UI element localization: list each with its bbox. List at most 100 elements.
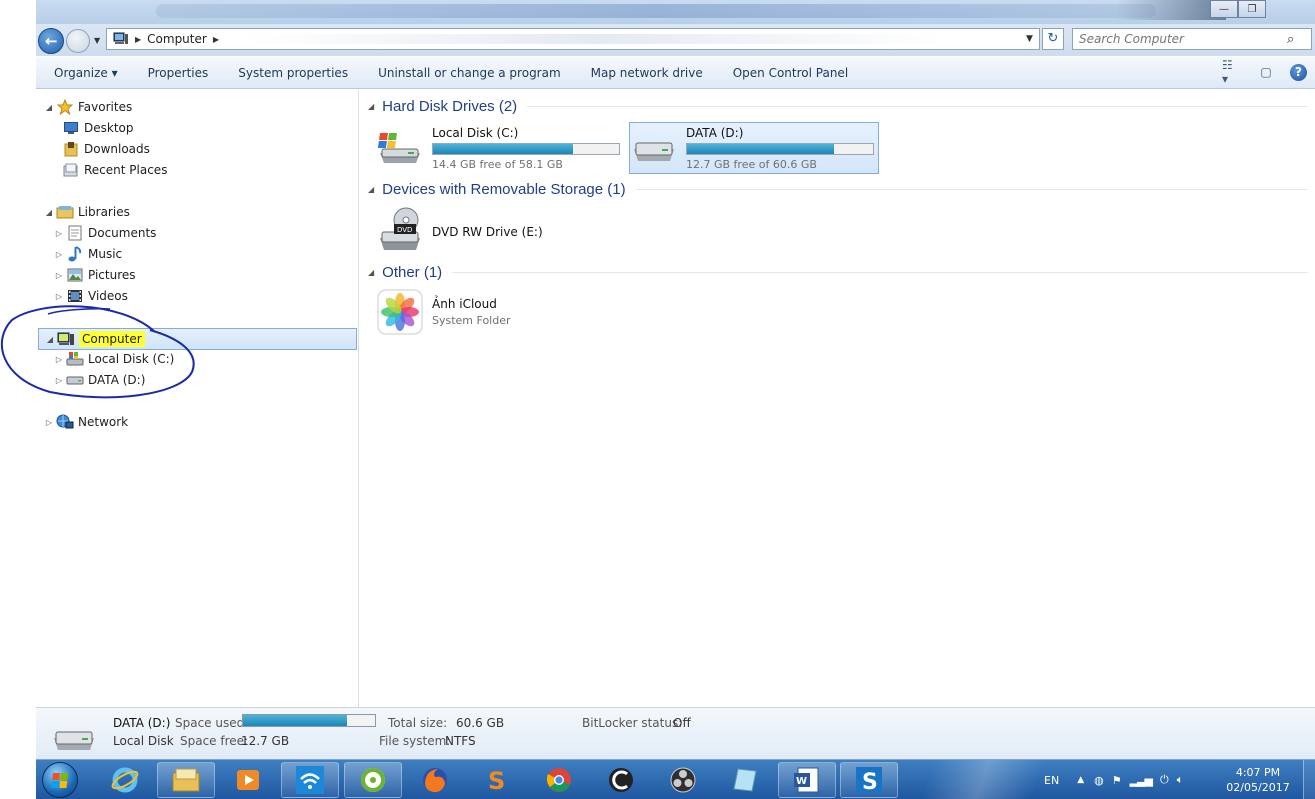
- taskbar-obs[interactable]: [654, 762, 712, 798]
- collapsed-triangle-icon[interactable]: ▷: [54, 355, 64, 364]
- chrome-icon: [546, 768, 571, 792]
- drive-tile-dvd-e[interactable]: DVD DVD RW Drive (E:): [376, 206, 626, 256]
- collapsed-triangle-icon[interactable]: ▷: [54, 250, 64, 259]
- help-icon[interactable]: ?: [1290, 63, 1307, 81]
- taskbar-wifi-app[interactable]: [281, 762, 339, 798]
- taskbar-firefox[interactable]: [406, 762, 464, 798]
- start-button[interactable]: [42, 762, 78, 798]
- windows-drive-icon: [66, 351, 84, 367]
- nav-pictures[interactable]: ▷ Pictures: [54, 265, 136, 285]
- nav-local-disk-c[interactable]: ▷ Local Disk (C:): [54, 349, 174, 369]
- nav-libraries[interactable]: ◢ Libraries: [44, 202, 130, 222]
- breadcrumb-separator-icon[interactable]: ▶: [135, 35, 141, 44]
- collapsed-triangle-icon[interactable]: ▷: [54, 292, 64, 301]
- expanded-triangle-icon[interactable]: ◢: [45, 335, 55, 344]
- folder-tile-icloud-photos[interactable]: Ảnh iCloud System Folder: [376, 288, 626, 338]
- drive-tile-data-d[interactable]: DATA (D:) 12.7 GB free of 60.6 GB: [629, 122, 879, 174]
- uninstall-program-button[interactable]: Uninstall or change a program: [363, 66, 576, 80]
- breadcrumb-computer[interactable]: Computer: [147, 32, 207, 46]
- expanded-triangle-icon[interactable]: ◢: [44, 103, 54, 112]
- drive-tile-local-disk-c[interactable]: Local Disk (C:) 14.4 GB free of 58.1 GB: [376, 123, 626, 173]
- view-options-icon[interactable]: ☷ ▾: [1222, 58, 1242, 86]
- computer-label-highlighted: Computer: [79, 331, 145, 347]
- drive-c-usage-bar: [432, 143, 620, 155]
- desktop-icon: [62, 120, 80, 136]
- computer-icon: [113, 32, 128, 44]
- collapsed-triangle-icon[interactable]: ▷: [54, 376, 64, 385]
- nav-network[interactable]: ▷ Network: [44, 412, 128, 432]
- address-dropdown-icon[interactable]: ▼: [1026, 34, 1033, 44]
- show-desktop-button[interactable]: [1303, 760, 1315, 799]
- nav-desktop[interactable]: Desktop: [60, 118, 134, 138]
- svg-text:S: S: [862, 770, 878, 795]
- dvd-drive-icon: DVD: [376, 206, 424, 254]
- volume-icon[interactable]: 🔈︎: [1177, 773, 1184, 787]
- recent-pages-dropdown-icon[interactable]: ▼: [94, 36, 100, 45]
- s-app-icon: S: [856, 767, 882, 795]
- search-box[interactable]: ⌕: [1072, 28, 1312, 50]
- nav-computer[interactable]: ◢ Computer: [38, 328, 357, 350]
- collapsed-triangle-icon[interactable]: ▷: [54, 271, 64, 280]
- music-note-icon: [66, 246, 84, 262]
- preview-pane-icon[interactable]: ▢: [1256, 63, 1276, 81]
- taskbar-word[interactable]: W: [778, 762, 836, 798]
- expanded-triangle-icon[interactable]: ◢: [368, 268, 374, 277]
- wifi-signal-icon[interactable]: ▂▃▅: [1130, 774, 1153, 787]
- open-control-panel-button[interactable]: Open Control Panel: [718, 66, 863, 80]
- tray-app-icon[interactable]: ◍: [1094, 774, 1104, 787]
- organize-menu[interactable]: Organize ▾: [36, 66, 133, 80]
- taskbar-notepad[interactable]: [716, 762, 774, 798]
- expanded-triangle-icon[interactable]: ◢: [368, 102, 374, 111]
- search-icon[interactable]: ⌕: [1287, 32, 1294, 47]
- nav-downloads[interactable]: Downloads: [60, 139, 150, 159]
- forward-button[interactable]: [66, 29, 90, 53]
- blurred-title: [156, 4, 1156, 18]
- refresh-button[interactable]: ↻: [1042, 28, 1064, 50]
- group-removable-storage[interactable]: ◢ Devices with Removable Storage (1): [368, 181, 1308, 198]
- maximize-button[interactable]: ❐: [1238, 0, 1266, 18]
- collapsed-triangle-icon[interactable]: ▷: [54, 229, 64, 238]
- action-center-flag-icon[interactable]: ⚑: [1112, 774, 1122, 787]
- power-plug-icon[interactable]: ⏻: [1160, 773, 1169, 787]
- search-input[interactable]: [1073, 32, 1283, 46]
- icloud-photos-icon: [376, 288, 424, 336]
- taskbar-chrome[interactable]: [530, 762, 588, 798]
- nav-favorites[interactable]: ◢ Favorites: [44, 97, 132, 117]
- group-hard-disk-drives[interactable]: ◢ Hard Disk Drives (2): [368, 98, 1308, 115]
- nav-documents[interactable]: ▷ Documents: [54, 223, 156, 243]
- minimize-button[interactable]: —: [1210, 0, 1238, 18]
- svg-text:DVD: DVD: [397, 226, 412, 234]
- show-hidden-icons-icon[interactable]: ▲: [1077, 775, 1084, 785]
- group-other[interactable]: ◢ Other (1): [368, 264, 1308, 281]
- back-button[interactable]: ←: [38, 28, 64, 54]
- nav-music[interactable]: ▷ Music: [54, 244, 122, 264]
- properties-button[interactable]: Properties: [133, 66, 224, 80]
- taskbar-sublime-s[interactable]: S: [468, 762, 526, 798]
- system-properties-button[interactable]: System properties: [223, 66, 363, 80]
- map-network-drive-button[interactable]: Map network drive: [576, 66, 718, 80]
- details-space-used-label: Space used:: [175, 716, 249, 730]
- details-total-size-value: 60.6 GB: [456, 716, 505, 730]
- taskbar-coc-coc[interactable]: [344, 762, 402, 798]
- nav-videos[interactable]: ▷ Videos: [54, 286, 128, 306]
- icloud-folder-type: System Folder: [432, 314, 511, 327]
- tray-clock[interactable]: 4:07 PM 02/05/2017: [1222, 765, 1294, 795]
- address-bar[interactable]: ▶ Computer ▶: [106, 28, 1040, 50]
- taskbar-internet-explorer[interactable]: [96, 762, 154, 798]
- taskbar-file-explorer[interactable]: [157, 762, 215, 798]
- taskbar-snagit[interactable]: S: [840, 762, 898, 798]
- expanded-triangle-icon[interactable]: ◢: [44, 208, 54, 217]
- details-bitlocker-value: Off: [673, 716, 691, 730]
- taskbar-ccleaner[interactable]: [592, 762, 650, 798]
- language-indicator[interactable]: EN: [1044, 774, 1059, 787]
- nav-data-d[interactable]: ▷ DATA (D:): [54, 370, 145, 390]
- nav-recent-places[interactable]: Recent Places: [60, 160, 167, 180]
- taskbar-media-player[interactable]: [219, 762, 277, 798]
- left-margin: [0, 0, 36, 799]
- windows-drive-icon: [376, 123, 424, 171]
- star-icon: [56, 99, 74, 115]
- collapsed-triangle-icon[interactable]: ▷: [44, 418, 54, 427]
- expanded-triangle-icon[interactable]: ◢: [368, 185, 374, 194]
- breadcrumb-chevron-icon[interactable]: ▶: [213, 35, 219, 44]
- hard-drive-icon: [66, 372, 84, 388]
